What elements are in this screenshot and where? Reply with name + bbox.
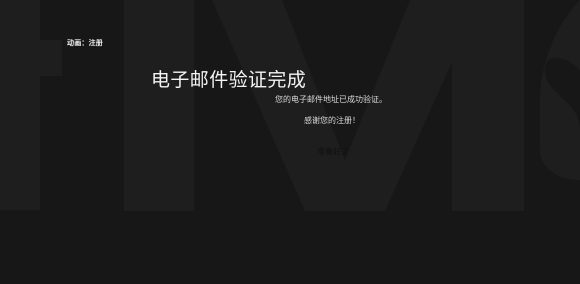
verification-page: 动画：注册 电子邮件验证完成 您的电子邮件地址已成功验证。 感谢您的注册！ 准备… xyxy=(0,0,580,284)
verified-message: 您的电子邮件地址已成功验证。 xyxy=(275,95,387,104)
breadcrumb: 动画：注册 xyxy=(67,39,103,47)
ready-link[interactable]: 准备好了 xyxy=(317,146,349,157)
page-title: 电子邮件验证完成 xyxy=(151,69,307,91)
thanks-message: 感谢您的注册！ xyxy=(304,116,360,125)
